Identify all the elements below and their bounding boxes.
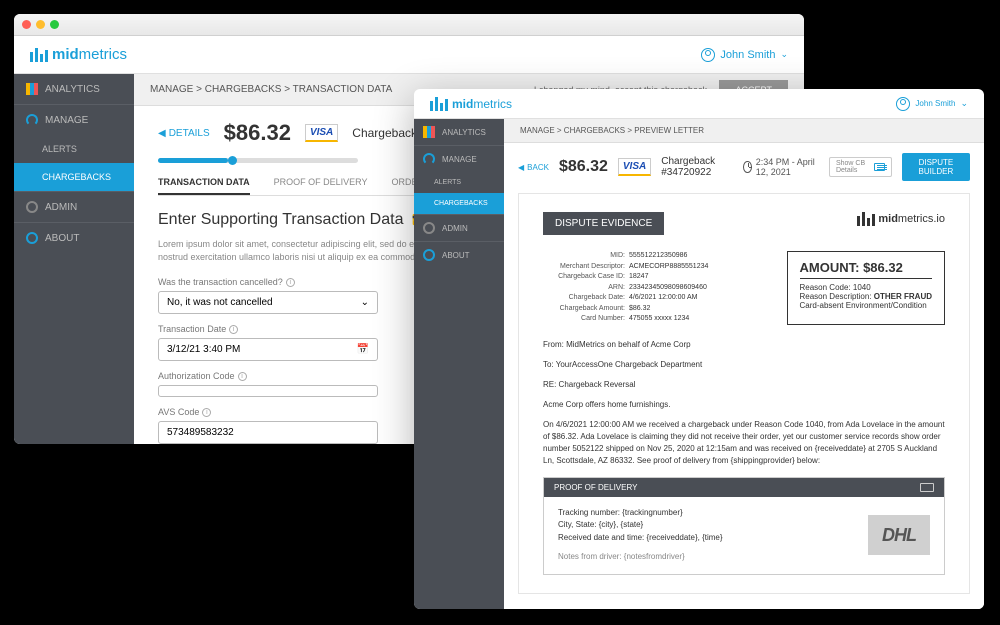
amount-box: AMOUNT: $86.32 Reason Code: 1040 Reason … xyxy=(787,251,946,325)
titlebar xyxy=(14,14,804,36)
sidebar-item-manage[interactable]: MANAGE xyxy=(414,146,504,172)
sidebar-item-analytics[interactable]: ANALYTICS xyxy=(14,74,134,105)
pod-city: City, State: {city}, {state} xyxy=(558,519,723,532)
clock-icon xyxy=(743,161,752,173)
gear-icon xyxy=(423,222,435,234)
sidebar-item-alerts[interactable]: ALERTS xyxy=(14,135,134,163)
back-link[interactable]: ◀ DETAILS xyxy=(158,128,210,139)
carrier-logo: DHL xyxy=(868,515,930,556)
avs-code-input[interactable]: 573489583232 xyxy=(158,421,378,444)
sidebar-item-manage[interactable]: MANAGE xyxy=(14,105,134,135)
chevron-down-icon: ⌄ xyxy=(780,49,788,60)
back-link[interactable]: ◀ BACK xyxy=(518,163,549,172)
sidebar-item-admin[interactable]: ADMIN xyxy=(414,214,504,242)
logo-bars-icon xyxy=(430,97,448,111)
chevron-down-icon: ⌄ xyxy=(361,297,369,308)
gauge-icon xyxy=(26,114,38,126)
info-icon xyxy=(26,232,38,244)
sidebar-item-analytics[interactable]: ANALYTICS xyxy=(414,119,504,146)
timestamp: 2:34 PM - April 12, 2021 xyxy=(743,157,819,177)
brand-logo[interactable]: midmetrics xyxy=(30,46,127,63)
progress-bar xyxy=(158,158,358,163)
logo-bars-icon xyxy=(857,212,875,226)
sidebar-item-about[interactable]: ABOUT xyxy=(414,242,504,268)
brand-logo[interactable]: midmetrics xyxy=(430,97,512,111)
tab-proof-of-delivery[interactable]: PROOF OF DELIVERY xyxy=(274,177,368,195)
list-icon xyxy=(874,163,885,171)
proof-of-delivery: PROOF OF DELIVERY Tracking number: {trac… xyxy=(543,477,945,575)
auth-code-input[interactable] xyxy=(158,385,378,397)
analytics-icon xyxy=(423,126,435,138)
info-icon[interactable]: i xyxy=(238,372,247,381)
breadcrumb: MANAGE > CHARGEBACKS > TRANSACTION DATA xyxy=(150,84,392,95)
info-icon[interactable]: i xyxy=(286,278,295,287)
logo-bars-icon xyxy=(30,48,48,62)
preview-letter-window: midmetrics John Smith ⌄ ANALYTICS MANAGE… xyxy=(414,89,984,609)
truck-icon xyxy=(920,483,934,492)
brand-logo-io: midmetrics.io xyxy=(857,212,945,226)
dispute-letter: DISPUTE EVIDENCE midmetrics.io MID:55551… xyxy=(518,193,970,594)
breadcrumb-row: MANAGE > CHARGEBACKS > PREVIEW LETTER xyxy=(504,119,984,143)
breadcrumb: MANAGE > CHARGEBACKS > PREVIEW LETTER xyxy=(520,126,704,135)
user-icon xyxy=(896,97,910,111)
cancelled-select[interactable]: No, it was not cancelled⌄ xyxy=(158,291,378,314)
dispute-builder-button[interactable]: DISPUTE BUILDER xyxy=(902,153,970,181)
calendar-icon: 📅 xyxy=(357,344,369,355)
sidebar-item-admin[interactable]: ADMIN xyxy=(14,191,134,223)
chevron-down-icon: ⌄ xyxy=(960,98,968,109)
show-cb-details-button[interactable]: Show CB Details xyxy=(829,157,892,177)
topbar: midmetrics John Smith ⌄ xyxy=(414,89,984,119)
minimize-icon[interactable] xyxy=(36,20,45,29)
gauge-icon xyxy=(423,153,435,165)
summary-row: ◀ BACK $86.32 VISA Chargeback #34720922 … xyxy=(518,153,970,193)
info-icon[interactable]: i xyxy=(229,325,238,334)
amount: $86.32 xyxy=(559,158,608,176)
user-icon xyxy=(701,48,715,62)
topbar: midmetrics John Smith ⌄ xyxy=(14,36,804,74)
pod-tracking: Tracking number: {trackingnumber} xyxy=(558,507,723,520)
visa-badge: VISA xyxy=(618,158,651,176)
sidebar: ANALYTICS MANAGE ALERTS CHARGEBACKS ADMI… xyxy=(414,119,504,609)
maximize-icon[interactable] xyxy=(50,20,59,29)
user-name: John Smith xyxy=(720,49,775,61)
brand-rest: metrics xyxy=(79,46,127,63)
pod-notes: Notes from driver: {notesfromdriver} xyxy=(558,551,723,564)
chargeback-number: Chargeback #34720922 xyxy=(661,156,733,178)
analytics-icon xyxy=(26,83,38,95)
pod-title: PROOF OF DELIVERY xyxy=(554,483,637,492)
dispute-evidence-badge: DISPUTE EVIDENCE xyxy=(543,212,664,235)
amount: $86.32 xyxy=(224,120,291,146)
user-name: John Smith xyxy=(915,99,955,108)
sidebar-item-chargebacks[interactable]: CHARGEBACKS xyxy=(414,193,504,214)
brand-bold: mid xyxy=(52,46,79,63)
transaction-date-input[interactable]: 3/12/21 3:40 PM📅 xyxy=(158,338,378,361)
sidebar-item-about[interactable]: ABOUT xyxy=(14,223,134,253)
info-icon xyxy=(423,249,435,261)
visa-badge: VISA xyxy=(305,124,338,142)
info-icon[interactable]: i xyxy=(202,408,211,417)
pod-received: Received date and time: {receiveddate}, … xyxy=(558,532,723,545)
sidebar-item-chargebacks[interactable]: CHARGEBACKS xyxy=(14,163,134,191)
sidebar-item-alerts[interactable]: ALERTS xyxy=(414,172,504,193)
user-menu[interactable]: John Smith ⌄ xyxy=(896,97,968,111)
user-menu[interactable]: John Smith ⌄ xyxy=(701,48,788,62)
tab-transaction-data[interactable]: TRANSACTION DATA xyxy=(158,177,250,195)
close-icon[interactable] xyxy=(22,20,31,29)
sidebar: ANALYTICS MANAGE ALERTS CHARGEBACKS ADMI… xyxy=(14,74,134,444)
chargeback-meta: MID:555512212350986 Merchant Descriptor:… xyxy=(543,251,708,325)
letter-body: From: MidMetrics on behalf of Acme Corp … xyxy=(543,339,945,467)
gear-icon xyxy=(26,201,38,213)
